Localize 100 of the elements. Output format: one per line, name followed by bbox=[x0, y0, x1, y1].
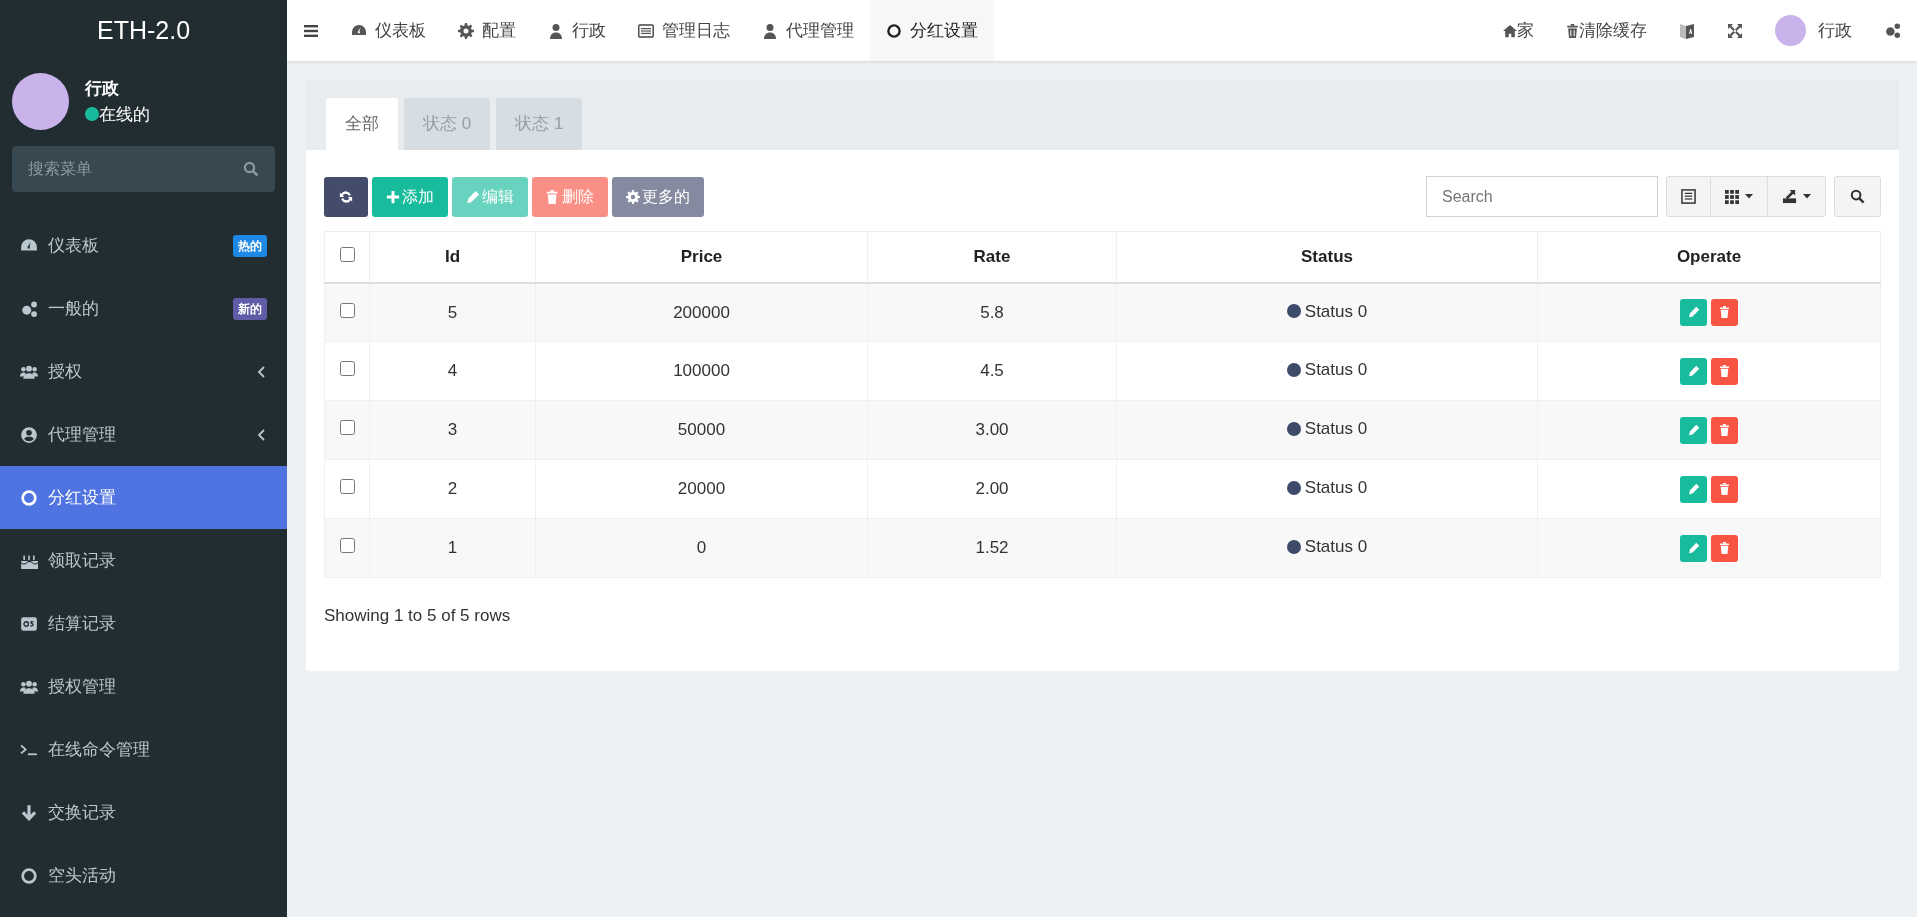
os-icon bbox=[20, 614, 38, 633]
circle-icon bbox=[20, 488, 38, 507]
row-delete-button[interactable] bbox=[1711, 534, 1738, 562]
status-text: Status 0 bbox=[1304, 418, 1368, 441]
table-cell: 4.5 bbox=[867, 341, 1117, 401]
online-status: 在线的 bbox=[99, 103, 150, 126]
circle-icon bbox=[886, 22, 902, 39]
search-button[interactable] bbox=[1834, 176, 1881, 217]
search-field[interactable]: Search bbox=[1426, 176, 1658, 217]
column-header: Operate bbox=[1537, 231, 1881, 283]
expand-arrows-icon bbox=[1727, 22, 1743, 39]
refresh-button[interactable] bbox=[324, 176, 368, 217]
trash-icon bbox=[546, 189, 560, 204]
export-dropdown-button[interactable] bbox=[1768, 176, 1826, 217]
sidebar-menu-item[interactable]: 交换记录 bbox=[0, 781, 287, 844]
arrow-down-icon bbox=[20, 803, 38, 822]
filter-tab[interactable]: 全部 bbox=[326, 98, 398, 150]
table-cell: 2 bbox=[369, 459, 536, 519]
table-cell: 1.52 bbox=[867, 518, 1117, 578]
column-header: Id bbox=[369, 231, 536, 283]
pencil-icon bbox=[1687, 306, 1700, 319]
columns-dropdown-button[interactable] bbox=[1711, 176, 1768, 217]
search-icon bbox=[243, 161, 259, 177]
grid-icon bbox=[1725, 189, 1739, 204]
menu-search-field[interactable]: 搜索菜单 bbox=[12, 146, 275, 192]
row-delete-button[interactable] bbox=[1711, 357, 1738, 385]
sidebar-menu-item[interactable]: 空头活动 bbox=[0, 844, 287, 907]
top-nav-tab[interactable]: 代理管理 bbox=[746, 0, 870, 61]
table-cell: 1 bbox=[369, 518, 536, 578]
sidebar-menu-item[interactable]: 代理管理 bbox=[0, 403, 287, 466]
row-edit-button[interactable] bbox=[1680, 534, 1707, 562]
row-edit-button[interactable] bbox=[1680, 357, 1707, 385]
menu-badge: 热的 bbox=[233, 234, 267, 257]
top-nav-tab[interactable]: 管理日志 bbox=[622, 0, 746, 61]
table-cell: 5.8 bbox=[867, 282, 1117, 342]
refresh-icon bbox=[339, 189, 353, 204]
user-name: 行政 bbox=[85, 78, 120, 100]
top-nav-tab[interactable]: 行政 bbox=[532, 0, 622, 61]
row-delete-button[interactable] bbox=[1711, 475, 1738, 503]
top-nav-tab[interactable]: 配置 bbox=[442, 0, 532, 61]
pencil-icon bbox=[1687, 542, 1700, 554]
user-icon bbox=[548, 22, 564, 39]
row-edit-button[interactable] bbox=[1680, 475, 1707, 503]
sidebar-menu-item[interactable]: 一般的 新的 bbox=[0, 277, 287, 340]
pagination-info: Showing 1 to 5 of 5 rows bbox=[324, 605, 512, 627]
row-checkbox[interactable] bbox=[339, 361, 355, 377]
pencil-icon bbox=[1687, 365, 1700, 377]
select-all-checkbox[interactable] bbox=[339, 247, 355, 262]
menu-badge: 新的 bbox=[233, 297, 267, 320]
pencil-icon bbox=[1687, 424, 1700, 436]
table-cell: 50000 bbox=[535, 400, 868, 460]
pencil-icon bbox=[1687, 483, 1700, 495]
row-delete-button[interactable] bbox=[1711, 298, 1738, 326]
sidebar-menu-item[interactable]: 分红设置 bbox=[0, 466, 287, 529]
pencil-icon bbox=[466, 189, 480, 204]
sidebar-menu-item[interactable]: 授权管理 bbox=[0, 655, 287, 718]
row-edit-button[interactable] bbox=[1680, 298, 1707, 326]
user-icon bbox=[762, 22, 778, 39]
trash-icon bbox=[1719, 542, 1730, 554]
table-cell: 5 bbox=[369, 282, 536, 342]
top-nav-tab[interactable]: 分红设置 bbox=[870, 0, 994, 61]
trash-icon bbox=[1719, 424, 1730, 436]
top-nav-tab[interactable]: 仪表板 bbox=[335, 0, 442, 61]
translate-icon bbox=[1679, 21, 1695, 40]
clear-cache-link[interactable]: 清除缓存 bbox=[1550, 0, 1663, 61]
search-icon bbox=[1850, 189, 1865, 204]
sidebar-menu-item[interactable]: 在线命令管理 bbox=[0, 718, 287, 781]
status-text: Status 0 bbox=[1304, 536, 1368, 559]
toggle-view-button[interactable] bbox=[1666, 176, 1711, 217]
trash-icon bbox=[1719, 365, 1730, 377]
status-dot bbox=[1286, 363, 1301, 378]
table-cell: 100000 bbox=[535, 341, 868, 401]
list-icon bbox=[1681, 189, 1696, 204]
list-icon bbox=[638, 22, 654, 39]
row-checkbox[interactable] bbox=[339, 479, 355, 495]
online-dot bbox=[85, 107, 99, 122]
sidebar-menu-item[interactable]: 结算记录 bbox=[0, 592, 287, 655]
status-dot bbox=[1286, 422, 1301, 437]
caret-icon bbox=[1745, 194, 1753, 199]
column-header: Status bbox=[1116, 231, 1538, 283]
column-header: Rate bbox=[867, 231, 1117, 283]
user-menu[interactable]: 行政 bbox=[1759, 0, 1868, 61]
sidebar-menu-item[interactable]: 仪表板 热的 bbox=[0, 214, 287, 277]
row-edit-button[interactable] bbox=[1680, 416, 1707, 444]
user-avatar bbox=[12, 73, 69, 130]
home-link[interactable]: 家 bbox=[1487, 0, 1550, 61]
table-cell: 3.00 bbox=[867, 400, 1117, 460]
row-checkbox[interactable] bbox=[339, 538, 355, 554]
table-cell: 200000 bbox=[535, 282, 868, 342]
row-checkbox[interactable] bbox=[339, 302, 355, 318]
row-checkbox[interactable] bbox=[339, 420, 355, 436]
status-dot bbox=[1286, 540, 1301, 555]
trash-icon bbox=[1719, 483, 1730, 495]
menu-icon bbox=[303, 22, 319, 39]
logo-text: ETH-2.0 bbox=[95, 14, 192, 46]
gear-icon bbox=[458, 22, 474, 39]
row-delete-button[interactable] bbox=[1711, 416, 1738, 444]
plus-icon bbox=[386, 189, 400, 204]
sidebar-menu-item[interactable]: 领取记录 bbox=[0, 529, 287, 592]
sidebar-menu-item[interactable]: 授权 bbox=[0, 340, 287, 403]
